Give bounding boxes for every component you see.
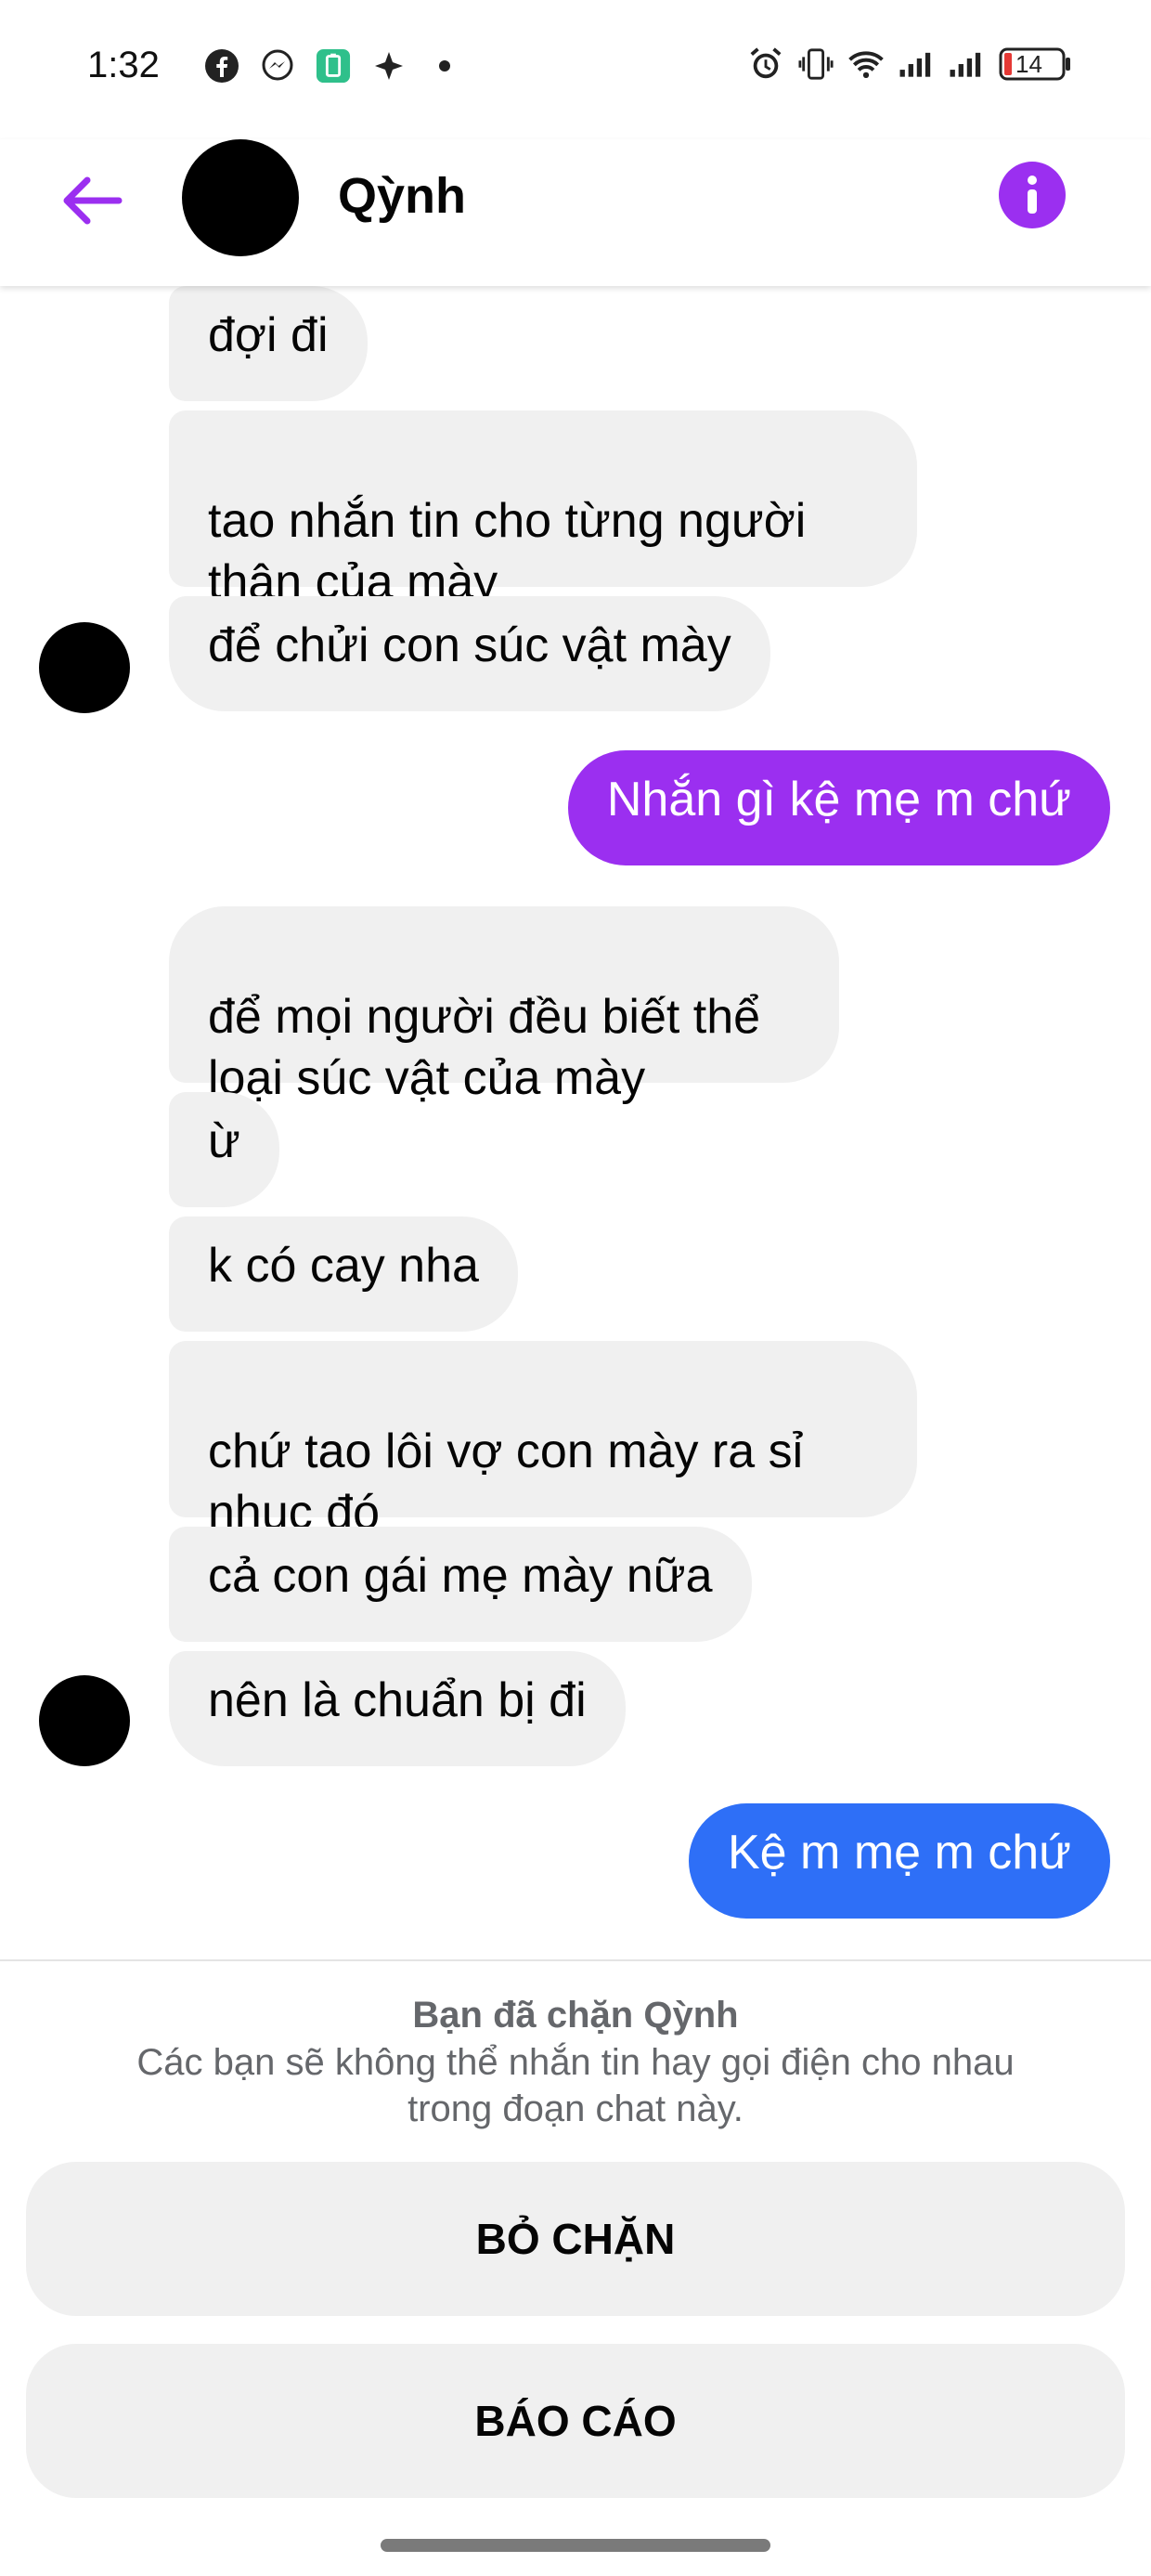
blocked-description: Các bạn sẽ không thể nhắn tin hay gọi đi… [136, 2042, 1015, 2129]
message-text: đợi đi [208, 308, 329, 362]
contact-name[interactable]: Qỳnh [338, 167, 466, 225]
message-text: nên là chuẩn bị đi [208, 1673, 587, 1727]
battery-level: 14 [1015, 50, 1042, 78]
messenger-icon [260, 48, 295, 84]
sender-avatar[interactable] [39, 622, 130, 713]
message-bubble-incoming[interactable]: đợi đi [169, 286, 368, 401]
message-list[interactable]: đợi đi tao nhắn tin cho từng người thân … [0, 286, 1151, 1959]
message-text: k có cay nha [208, 1239, 479, 1293]
back-button[interactable] [54, 163, 128, 238]
home-indicator[interactable] [381, 2539, 770, 2552]
message-text: cả con gái mẹ mày nữa [208, 1549, 713, 1603]
message-text: Kệ m mẹ m chứ [728, 1826, 1071, 1880]
blocked-title: Bạn đã chặn Qỳnh [412, 1995, 739, 2036]
message-bubble-incoming[interactable]: để mọi người đều biết thể loại súc vật c… [169, 906, 839, 1105]
message-bubble-incoming[interactable]: cả con gái mẹ mày nữa [169, 1527, 752, 1642]
message-text: tao nhắn tin cho từng người thân của mày [208, 494, 807, 609]
message-bubble-incoming[interactable]: tao nhắn tin cho từng người thân của mày [169, 410, 917, 609]
message-bubble-incoming[interactable]: chứ tao lôi vợ con mày ra sỉ nhục đó [169, 1341, 917, 1540]
contact-avatar[interactable] [182, 139, 299, 256]
info-icon [1028, 176, 1037, 214]
blocked-panel: Bạn đã chặn Qỳnh Các bạn sẽ không thể nh… [0, 1959, 1151, 2576]
message-bubble-incoming[interactable]: nên là chuẩn bị đi [169, 1651, 626, 1766]
info-button[interactable] [999, 162, 1066, 228]
message-bubble-incoming[interactable]: ừ [169, 1092, 279, 1207]
app-icon [371, 48, 407, 84]
status-bar: 1:32 14 [0, 0, 1151, 139]
status-time: 1:32 [87, 45, 160, 85]
signal-icon [899, 46, 934, 82]
message-bubble-incoming[interactable]: để chửi con súc vật mày [169, 596, 770, 711]
alarm-icon [748, 46, 783, 82]
message-text: để chửi con súc vật mày [208, 618, 731, 672]
vibrate-icon [798, 46, 834, 82]
report-button[interactable]: BÁO CÁO [26, 2344, 1125, 2498]
message-text: chứ tao lôi vợ con mày ra sỉ nhục đó [208, 1425, 804, 1540]
chat-header: Qỳnh [0, 139, 1151, 286]
sender-avatar[interactable] [39, 1675, 130, 1766]
signal-icon [949, 46, 984, 82]
wifi-icon [848, 46, 884, 82]
dot-icon [427, 48, 462, 84]
unblock-button[interactable]: BỎ CHẶN [26, 2162, 1125, 2316]
unblock-label: BỎ CHẶN [475, 2215, 676, 2263]
report-label: BÁO CÁO [474, 2397, 677, 2445]
facebook-icon [204, 48, 239, 84]
battery-icon: 14 [999, 47, 1071, 81]
message-bubble-incoming[interactable]: k có cay nha [169, 1216, 518, 1332]
message-text: ừ [208, 1114, 240, 1168]
message-text: để mọi người đều biết thể loại súc vật c… [208, 990, 761, 1105]
message-text: Nhắn gì kệ mẹ m chứ [606, 773, 1071, 826]
notification-icons [204, 48, 462, 84]
battery-saver-icon [316, 48, 351, 84]
arrow-left-icon [63, 176, 123, 225]
message-bubble-outgoing[interactable]: Kệ m mẹ m chứ [689, 1803, 1110, 1919]
message-bubble-outgoing[interactable]: Nhắn gì kệ mẹ m chứ [567, 750, 1110, 865]
system-icons: 14 [748, 46, 1071, 82]
